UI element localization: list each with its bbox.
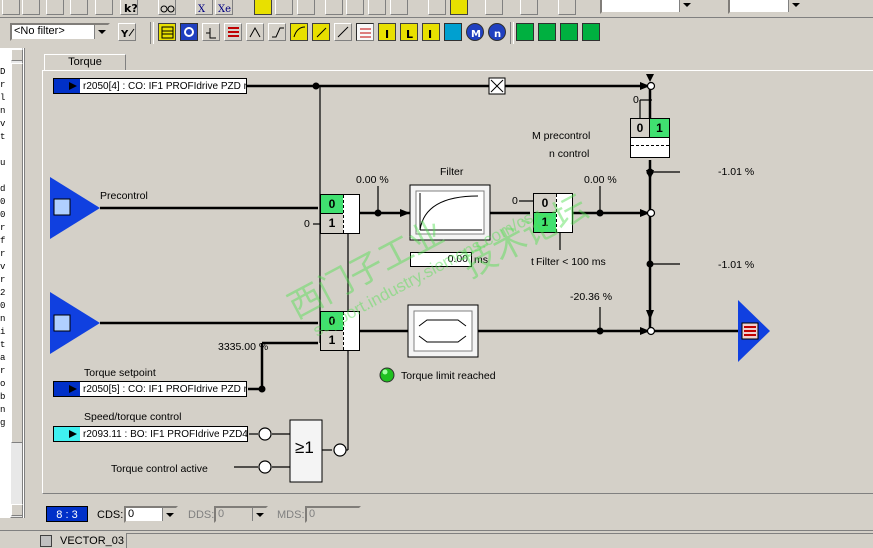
switch-pos-1: 1 (321, 214, 343, 233)
precontrol-label: Precontrol (100, 190, 148, 202)
speed-torque-text: r2093.11 : BO: IF1 PROFIdrive PZD4 (83, 428, 248, 440)
mds-field[interactable]: 0 (305, 506, 361, 523)
index-value: 8 : 3 (56, 509, 78, 521)
top-signal-text: r2050[4] : CO: IF1 PROFIdrive PZD r (83, 80, 247, 92)
filter-label: Filter (440, 166, 464, 178)
value-filter-out: 0.00 % (584, 174, 617, 186)
index-indicator: 8 : 3 (46, 506, 88, 522)
cds-label: CDS: (97, 509, 124, 521)
sw1-zero-label: 0 (304, 218, 310, 230)
mprecontrol-switch[interactable]: 0 1 (630, 118, 670, 158)
mds-value: 0 (309, 508, 316, 520)
value-torque-setpoint: 3335.00 % (218, 341, 269, 353)
torque-setpoint-source[interactable]: r2050[5] : CO: IF1 PROFIdrive PZD r (53, 381, 247, 397)
speed-torque-label: Speed/torque control (84, 411, 182, 423)
value-mprecontrol: -1.01 % (718, 166, 755, 178)
switch-divider (631, 145, 669, 146)
project-icon (40, 535, 52, 547)
torque-limit-label: Torque limit reached (401, 370, 496, 382)
switch-pos-0: 0 (321, 195, 343, 214)
bottom-project-bar: VECTOR_03 (0, 530, 873, 548)
value-torque-out: -20.36 % (570, 291, 613, 303)
signal-arrow-icon (54, 79, 80, 93)
ncontrol-label: n control (549, 148, 590, 160)
project-label[interactable]: VECTOR_03 (60, 535, 124, 547)
dds-label: DDS: (188, 509, 215, 521)
status-row: 8 : 3 CDS: 0 DDS: 0 MDS: 0 (36, 500, 873, 528)
dds-value: 0 (218, 508, 225, 520)
signal-arrow-icon (54, 382, 80, 396)
binary-signal-arrow-icon (54, 427, 80, 441)
switch-lever (343, 195, 360, 233)
torque-setpoint-text: r2050[5] : CO: IF1 PROFIdrive PZD r (83, 383, 247, 395)
filter-cond-prefix: t (531, 256, 534, 268)
switch-pos-1: 1 (650, 119, 669, 138)
precontrol-switch[interactable]: 0 1 (320, 194, 360, 234)
filter-condition-label: Filter < 100 ms (536, 256, 606, 268)
speed-torque-source[interactable]: r2093.11 : BO: IF1 PROFIdrive PZD4 (53, 426, 248, 442)
value-precontrol-out: 0.00 % (356, 174, 389, 186)
or-gate-label: ≥1 (295, 438, 314, 457)
torque-control-active-label: Torque control active (111, 463, 208, 475)
cds-value: 0 (128, 508, 135, 520)
switch-pos-0: 0 (631, 119, 650, 138)
top-signal-source[interactable]: r2050[4] : CO: IF1 PROFIdrive PZD r (53, 78, 247, 94)
cds-select[interactable]: 0 (124, 506, 178, 523)
mprecontrol-label: M precontrol (532, 130, 591, 142)
top-zero-label: 0 (633, 94, 639, 106)
dds-select[interactable]: 0 (214, 506, 268, 523)
mds-label: MDS: (277, 509, 305, 521)
value-ncontrol: -1.01 % (718, 259, 755, 271)
torque-setpoint-label: Torque setpoint (84, 367, 156, 379)
